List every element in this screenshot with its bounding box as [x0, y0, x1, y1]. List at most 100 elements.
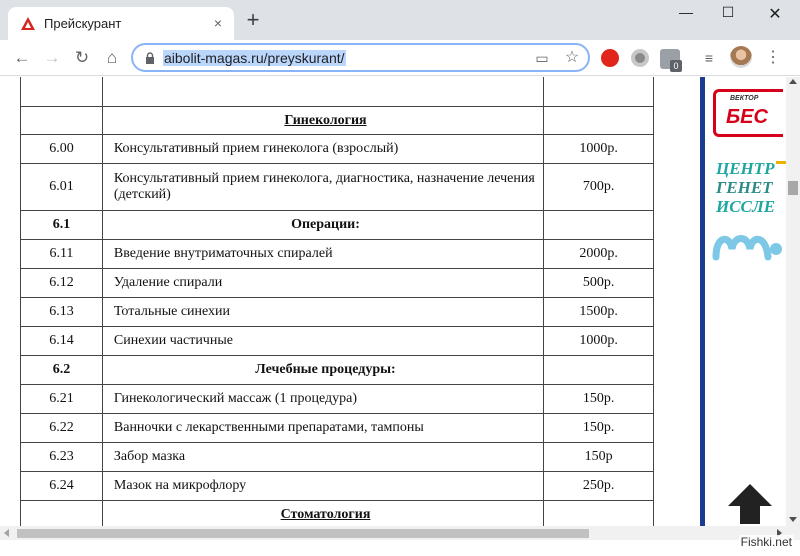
- url-text[interactable]: aibolit-magas.ru/preyskurant/: [163, 50, 346, 66]
- table-row: 6.21 Гинекологический массаж (1 процедура…: [20, 384, 654, 414]
- code-cell: 6.13: [20, 297, 103, 327]
- back-button[interactable]: ←: [10, 46, 34, 70]
- code-cell: 6.21: [20, 384, 103, 414]
- table-row: 6.13 Тотальные синехии 1500р.: [20, 297, 654, 327]
- reload-button[interactable]: ↻: [70, 46, 94, 70]
- vertical-scrollbar[interactable]: [786, 77, 800, 526]
- scroll-up-arrow-icon[interactable]: [789, 79, 797, 84]
- name-cell: Консультативный прием гинеколога (взросл…: [101, 134, 545, 164]
- horizontal-scroll-thumb[interactable]: [17, 529, 589, 538]
- name-cell: Ванночки с лекарственными препаратами, т…: [101, 413, 545, 443]
- scroll-left-arrow-icon[interactable]: [4, 529, 9, 537]
- ad-banner-bes[interactable]: ВЕКТОР БЕС: [713, 89, 783, 137]
- home-button[interactable]: ⌂: [100, 46, 124, 70]
- code-cell: 6.1: [20, 210, 103, 240]
- table-row: 6.01 Консультативный прием гинеколога, ди…: [20, 163, 654, 211]
- maximize-window-button[interactable]: ☐: [705, 4, 751, 26]
- name-cell: Синехии частичные: [101, 326, 545, 356]
- table-row: 6.24 Мазок на микрофлору 250р.: [20, 471, 654, 501]
- code-cell: [20, 77, 103, 107]
- profile-avatar[interactable]: [730, 46, 752, 68]
- name-cell: Лечебные процедуры:: [101, 355, 545, 385]
- watermark: Fishki.net: [738, 535, 794, 549]
- price-cell: [543, 210, 654, 240]
- table-row: 6.23 Забор мазка 150р: [20, 442, 654, 472]
- name-cell: Консультативный прием гинеколога, диагно…: [101, 163, 545, 211]
- horizontal-scrollbar[interactable]: [0, 526, 800, 540]
- bottom-strip: [0, 540, 800, 556]
- ad-accent-stripe: [776, 161, 786, 164]
- browser-menu-icon[interactable]: ⋮: [764, 48, 782, 68]
- price-cell: 150р.: [543, 413, 654, 443]
- price-cell: [543, 500, 654, 526]
- minimize-window-button[interactable]: —: [663, 4, 709, 26]
- code-cell: [20, 106, 103, 135]
- heading-row: Стоматология: [20, 500, 654, 526]
- opera-extension-icon[interactable]: [601, 49, 619, 67]
- tab-title: Прейскурант: [44, 16, 122, 31]
- name-cell: Операции:: [101, 210, 545, 240]
- price-cell: [543, 77, 654, 107]
- ad-gen-line-1: ЦЕНТР: [716, 159, 775, 178]
- name-cell: Тотальные синехии: [101, 297, 545, 327]
- price-cell: 150р.: [543, 384, 654, 414]
- browser-toolbar: ← → ↻ ⌂ aibolit-magas.ru/preyskurant/ ▭ …: [0, 40, 800, 76]
- price-cell: 500р.: [543, 268, 654, 298]
- name-cell: Стоматология: [101, 500, 545, 526]
- cast-icon[interactable]: ▭: [533, 49, 551, 67]
- media-controls-icon[interactable]: ≡: [700, 49, 718, 67]
- blank-row: [20, 77, 654, 107]
- price-cell: 1000р.: [543, 326, 654, 356]
- code-cell: 6.11: [20, 239, 103, 269]
- price-cell: [543, 106, 654, 135]
- price-cell: 250р.: [543, 471, 654, 501]
- table-row: 6.12 Удаление спирали 500р.: [20, 268, 654, 298]
- bookmark-star-icon[interactable]: ☆: [563, 49, 581, 67]
- code-cell: 6.12: [20, 268, 103, 298]
- price-cell: 1500р.: [543, 297, 654, 327]
- ad-bes-caption: ВЕКТОР: [730, 95, 759, 102]
- scroll-down-arrow-icon[interactable]: [789, 517, 797, 522]
- gray-extension-icon[interactable]: [631, 49, 649, 67]
- ad-banner-genetics[interactable]: ЦЕНТР ГЕНЕТ ИССЛЕ: [716, 159, 775, 216]
- page-content: Гинекология 6.00 Консультативный прием гин…: [0, 77, 786, 526]
- name-cell: Забор мазка: [101, 442, 545, 472]
- table-row: 6.22 Ванночки с лекарственными препаратам…: [20, 413, 654, 443]
- extension-badge: 0: [670, 60, 682, 72]
- price-cell: [543, 355, 654, 385]
- ad-wave-logo-icon[interactable]: [712, 227, 782, 267]
- code-cell: 6.14: [20, 326, 103, 356]
- tab-active[interactable]: Прейскурант ×: [8, 7, 234, 40]
- close-window-button[interactable]: ✕: [752, 4, 798, 26]
- code-cell: [20, 500, 103, 526]
- forward-button[interactable]: →: [40, 46, 64, 70]
- scroll-to-top-icon[interactable]: [726, 482, 774, 526]
- price-cell: 150р: [543, 442, 654, 472]
- table-row: 6.00 Консультативный прием гинеколога (вз…: [20, 134, 654, 164]
- section-row: 6.2 Лечебные процедуры:: [20, 355, 654, 385]
- price-cell: 1000р.: [543, 134, 654, 164]
- code-cell: 6.01: [20, 163, 103, 211]
- code-cell: 6.00: [20, 134, 103, 164]
- code-cell: 6.2: [20, 355, 103, 385]
- name-cell: Гинекология: [101, 106, 545, 135]
- address-bar[interactable]: aibolit-magas.ru/preyskurant/ ▭ ☆: [131, 43, 590, 72]
- close-tab-icon[interactable]: ×: [210, 15, 226, 31]
- name-cell: Введение внутриматочных спиралей: [101, 239, 545, 269]
- ad-bes-title: БЕС: [726, 106, 768, 128]
- heading-row: Гинекология: [20, 106, 654, 135]
- red-triangle-logo-icon: [21, 17, 35, 30]
- ad-gen-line-2: ГЕНЕТ: [716, 178, 773, 197]
- code-cell: 6.22: [20, 413, 103, 443]
- name-cell: Удаление спирали: [101, 268, 545, 298]
- code-cell: 6.23: [20, 442, 103, 472]
- price-cell: 2000р.: [543, 239, 654, 269]
- sidebar-divider: [700, 77, 705, 526]
- vertical-scroll-thumb[interactable]: [788, 181, 798, 195]
- new-tab-button[interactable]: +: [242, 9, 264, 32]
- price-table: Гинекология 6.00 Консультативный прием гин…: [20, 77, 654, 526]
- tab-strip: Прейскурант × + — ☐ ✕: [0, 0, 800, 40]
- name-cell: [101, 77, 545, 107]
- section-row: 6.1 Операции:: [20, 210, 654, 240]
- code-cell: 6.24: [20, 471, 103, 501]
